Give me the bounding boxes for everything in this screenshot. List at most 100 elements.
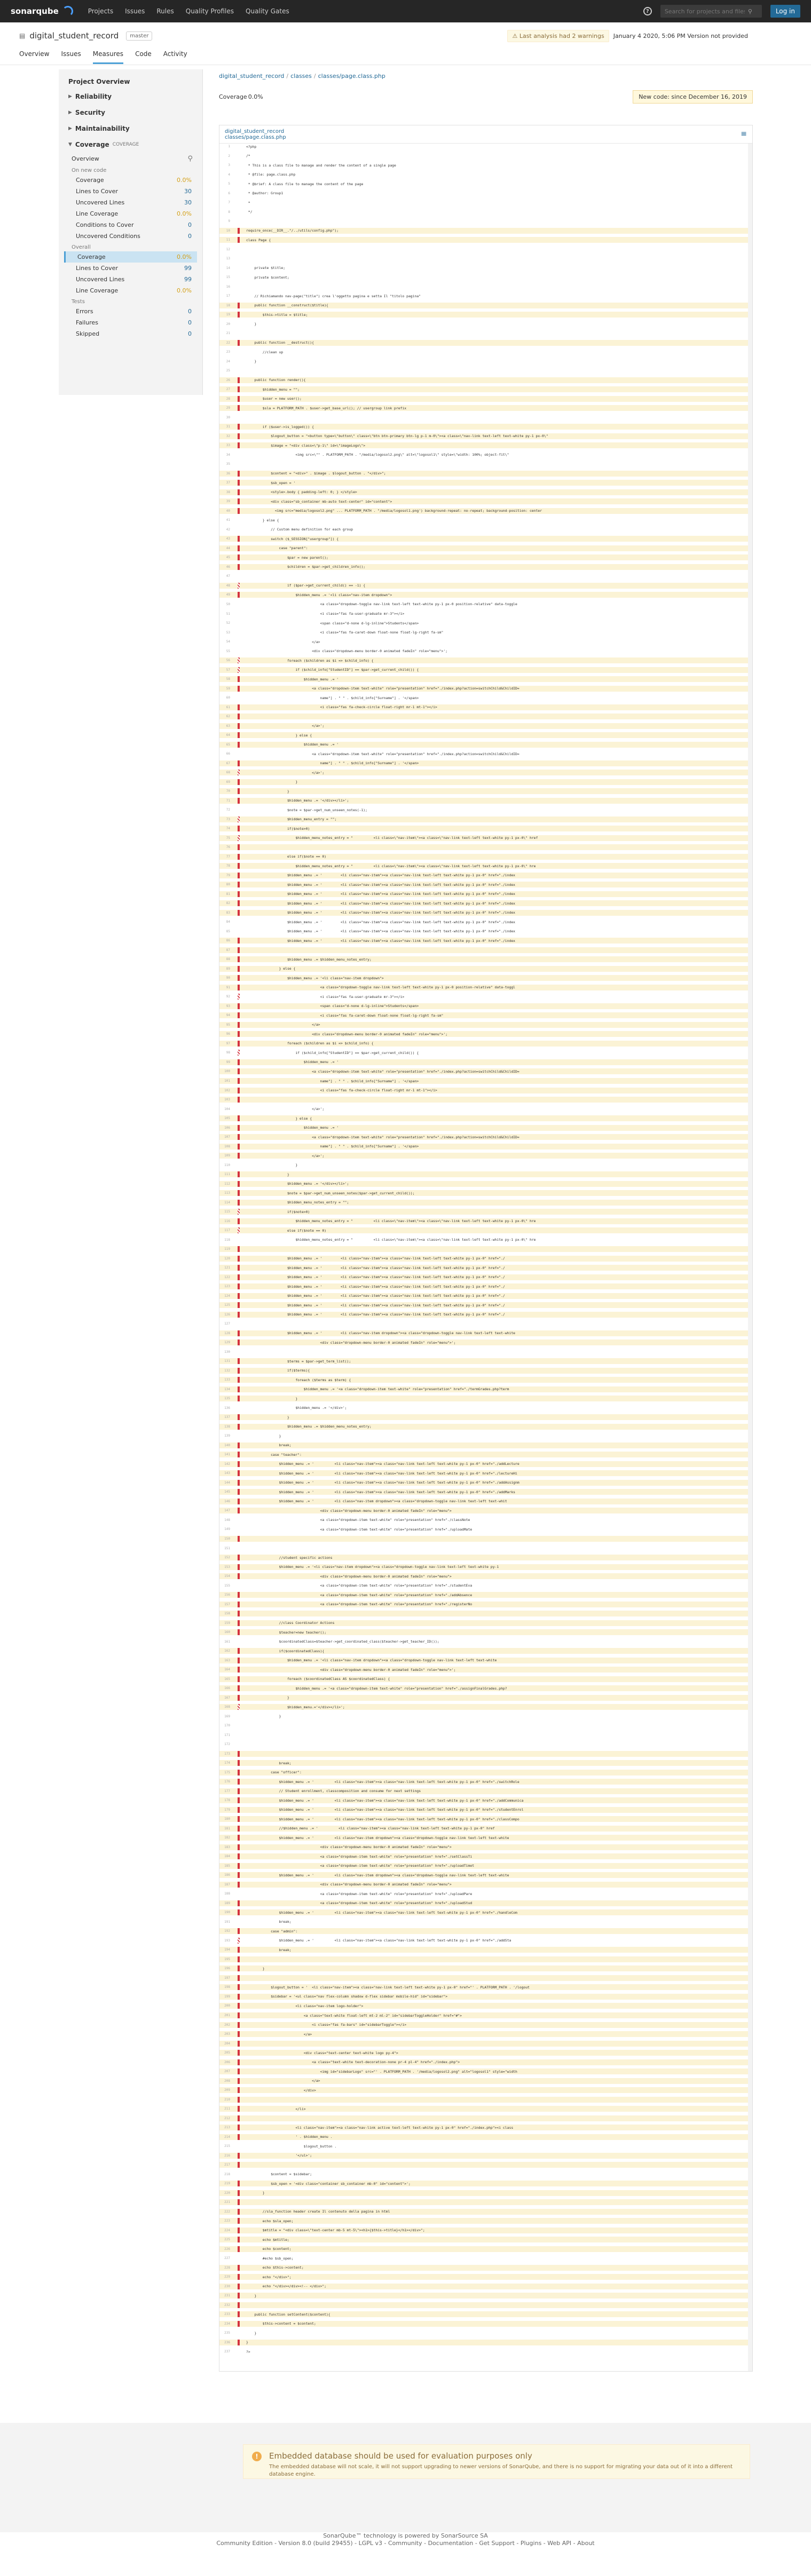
line-number[interactable]: 27 <box>219 387 232 391</box>
line-number[interactable]: 120 <box>219 1257 232 1261</box>
line-number[interactable]: 130 <box>219 1350 232 1354</box>
coverage-marker[interactable] <box>238 891 240 897</box>
line-number[interactable]: 232 <box>219 2303 232 2307</box>
tab-measures[interactable]: Measures <box>92 50 124 64</box>
line-number[interactable]: 90 <box>219 976 232 980</box>
line-number[interactable]: 81 <box>219 892 232 896</box>
coverage-marker[interactable] <box>238 209 240 215</box>
sonarqube-logo[interactable]: sonarqube <box>11 6 73 17</box>
coverage-marker[interactable] <box>238 2190 240 2196</box>
coverage-marker[interactable] <box>238 2246 240 2252</box>
line-number[interactable]: 140 <box>219 1444 232 1447</box>
coverage-marker[interactable] <box>238 611 240 617</box>
coverage-marker[interactable] <box>238 1704 240 1710</box>
line-number[interactable]: 3 <box>219 163 232 167</box>
line-number[interactable]: 222 <box>219 2210 232 2214</box>
coverage-marker[interactable] <box>238 1003 240 1009</box>
line-number[interactable]: 58 <box>219 677 232 681</box>
coverage-marker[interactable] <box>238 1143 240 1150</box>
line-number[interactable]: 99 <box>219 1060 232 1064</box>
line-number[interactable]: 22 <box>219 341 232 345</box>
coverage-marker[interactable] <box>238 947 240 953</box>
line-number[interactable]: 43 <box>219 537 232 541</box>
line-number[interactable]: 176 <box>219 1780 232 1784</box>
coverage-marker[interactable] <box>238 1386 240 1392</box>
coverage-marker[interactable] <box>238 1657 240 1663</box>
line-number[interactable]: 198 <box>219 1985 232 1989</box>
coverage-marker[interactable] <box>238 723 240 729</box>
coverage-marker[interactable] <box>238 657 240 664</box>
coverage-marker[interactable] <box>238 1535 240 1542</box>
coverage-marker[interactable] <box>238 498 240 505</box>
line-number[interactable]: 197 <box>219 1976 232 1980</box>
coverage-marker[interactable] <box>238 1405 240 1411</box>
line-number[interactable]: 154 <box>219 1574 232 1578</box>
line-number[interactable]: 237 <box>219 2350 232 2353</box>
coverage-marker[interactable] <box>238 1714 240 1719</box>
line-number[interactable]: 186 <box>219 1873 232 1877</box>
line-number[interactable]: 235 <box>219 2331 232 2335</box>
metric-conditions-to-cover[interactable]: Conditions to Cover 0 <box>64 219 197 231</box>
coverage-marker[interactable] <box>238 751 240 757</box>
coverage-marker[interactable] <box>238 2143 240 2149</box>
nav-link-rules[interactable]: Rules <box>156 7 174 15</box>
coverage-marker[interactable] <box>238 2125 240 2131</box>
coverage-marker[interactable] <box>238 1031 240 1037</box>
line-number[interactable]: 228 <box>219 2266 232 2270</box>
line-number[interactable]: 32 <box>219 434 232 438</box>
line-number[interactable]: 175 <box>219 1771 232 1774</box>
tab-issues[interactable]: Issues <box>61 50 81 64</box>
line-number[interactable]: 148 <box>219 1518 232 1522</box>
line-number[interactable]: 187 <box>219 1883 232 1887</box>
line-number[interactable]: 173 <box>219 1752 232 1756</box>
line-number[interactable]: 118 <box>219 1238 232 1242</box>
coverage-marker[interactable] <box>238 1667 240 1673</box>
line-number[interactable]: 122 <box>219 1275 232 1279</box>
metric-coverage[interactable]: Coverage 0.0% <box>64 175 197 186</box>
breadcrumb-item[interactable]: classes/page.class.php <box>318 73 385 80</box>
coverage-marker[interactable] <box>238 1788 240 1794</box>
coverage-marker[interactable] <box>238 302 240 308</box>
coverage-marker[interactable] <box>238 1741 240 1747</box>
line-number[interactable]: 113 <box>219 1191 232 1195</box>
coverage-marker[interactable] <box>238 835 240 841</box>
line-number[interactable]: 11 <box>219 238 232 242</box>
coverage-marker[interactable] <box>238 144 240 149</box>
line-number[interactable]: 209 <box>219 2088 232 2092</box>
line-number[interactable]: 174 <box>219 1761 232 1765</box>
line-number[interactable]: 149 <box>219 1527 232 1531</box>
nav-link-issues[interactable]: Issues <box>125 7 145 15</box>
coverage-marker[interactable] <box>238 1452 240 1458</box>
line-number[interactable]: 193 <box>219 1939 232 1943</box>
coverage-marker[interactable] <box>238 1806 240 1813</box>
line-number[interactable]: 168 <box>219 1705 232 1709</box>
line-number[interactable]: 194 <box>219 1948 232 1952</box>
coverage-marker[interactable] <box>238 1928 240 1935</box>
line-number[interactable]: 98 <box>219 1051 232 1055</box>
line-number[interactable]: 12 <box>219 248 232 251</box>
coverage-marker[interactable] <box>238 816 240 822</box>
coverage-marker[interactable] <box>238 1209 240 1215</box>
line-number[interactable]: 29 <box>219 406 232 410</box>
metric-uncovered-lines[interactable]: Uncovered Lines 30 <box>64 197 197 208</box>
coverage-marker[interactable] <box>238 1891 240 1897</box>
line-number[interactable]: 215 <box>219 2144 232 2148</box>
line-number[interactable]: 28 <box>219 397 232 401</box>
search-input[interactable] <box>664 7 745 15</box>
coverage-marker[interactable] <box>238 695 240 701</box>
line-number[interactable]: 21 <box>219 331 232 335</box>
coverage-marker[interactable] <box>238 1797 240 1804</box>
coverage-marker[interactable] <box>238 984 240 990</box>
coverage-marker[interactable] <box>238 1106 240 1112</box>
coverage-marker[interactable] <box>238 359 240 364</box>
line-number[interactable]: 150 <box>219 1537 232 1541</box>
line-number[interactable]: 83 <box>219 911 232 915</box>
line-number[interactable]: 7 <box>219 201 232 204</box>
coverage-domain[interactable]: ▼ Coverage COVERAGE <box>64 137 197 153</box>
line-number[interactable]: 181 <box>219 1827 232 1830</box>
line-number[interactable]: 82 <box>219 901 232 905</box>
line-number[interactable]: 10 <box>219 229 232 233</box>
coverage-marker[interactable] <box>238 1750 240 1757</box>
line-number[interactable]: 134 <box>219 1388 232 1391</box>
coverage-marker[interactable] <box>238 1078 240 1084</box>
